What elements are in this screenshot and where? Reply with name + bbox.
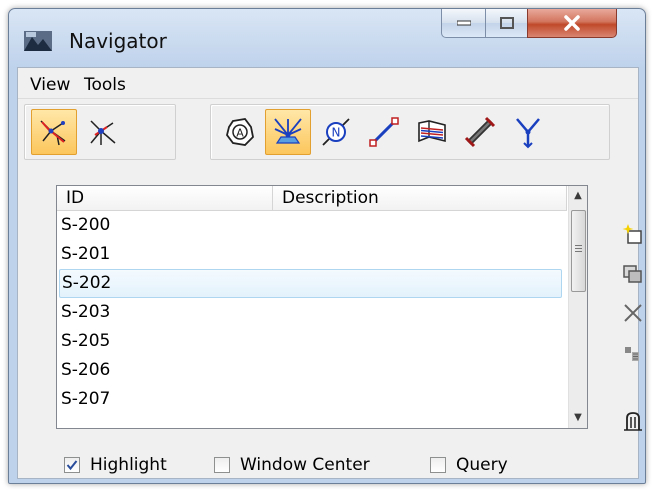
element-list[interactable]: ID Description S-200 S-201 S-202 S-203 S… [56,185,588,429]
properties-icon [625,347,639,361]
thumb-grip-line [575,245,582,246]
scroll-down-arrow-icon[interactable]: ▼ [569,408,587,428]
menu-bar: View Tools [18,68,638,99]
new-item-button[interactable] [620,222,646,248]
delete-button[interactable] [620,300,646,326]
list-row-s-201[interactable]: S-201 [59,240,562,269]
query-label: Query [456,455,508,475]
query-checkbox[interactable] [430,457,446,473]
list-row-s-203[interactable]: S-203 [59,298,562,327]
toolbar-selection-group [24,104,176,160]
culvert-button[interactable] [457,109,503,155]
node-icon: N [322,118,350,146]
profile-button[interactable] [409,109,455,155]
drainage-area-button[interactable] [265,109,311,155]
list-row-s-205[interactable]: S-205 [59,327,562,356]
close-button[interactable] [527,9,617,38]
minimize-button[interactable] [441,9,487,38]
maximize-icon [500,17,514,29]
menu-tools[interactable]: Tools [84,75,126,95]
new-item-icon [622,224,642,244]
scan-icon [624,412,642,431]
copy-item-icon [623,265,642,283]
navigator-client-area: View Tools A N ID Description S-200 S-20… [17,67,642,482]
svg-text:N: N [332,126,341,140]
column-header-description[interactable]: Description [273,186,567,210]
query-option[interactable]: Query [430,454,530,482]
drainage-area-icon [274,118,302,144]
thumb-grip-line [575,248,582,249]
network-select-icon [40,120,66,146]
link-line-icon [369,117,399,147]
list-row-s-202[interactable]: S-202 [59,269,562,298]
profile-icon [418,120,446,143]
junction-button[interactable] [505,109,551,155]
junction-icon [516,118,540,149]
culvert-icon [464,116,496,148]
maximize-button[interactable] [485,9,529,38]
list-header: ID Description [57,186,567,211]
close-icon [564,15,580,31]
list-row-s-200[interactable]: S-200 [59,211,562,240]
area-boundary-button[interactable]: A [217,109,263,155]
navigator-app-icon [24,31,52,51]
menu-view[interactable]: View [30,75,70,95]
scrollbar-thumb[interactable] [571,210,586,292]
window-center-checkbox[interactable] [214,457,230,473]
column-header-id[interactable]: ID [57,186,273,210]
list-row-s-207[interactable]: S-207 [59,385,562,414]
minimize-icon [457,20,471,26]
delete-icon [624,304,642,322]
window-title: Navigator [69,29,167,53]
network-select-button[interactable] [31,109,77,155]
title-bar[interactable]: Navigator [9,9,645,65]
window-center-label: Window Center [240,455,370,475]
scan-button[interactable] [620,408,646,434]
scroll-up-arrow-icon[interactable]: ▲ [569,186,587,206]
link-line-button[interactable] [361,109,407,155]
area-boundary-icon: A [226,118,254,146]
properties-button[interactable] [620,340,646,366]
list-row-s-206[interactable]: S-206 [59,356,562,385]
copy-item-button[interactable] [620,260,646,286]
network-pick-icon [90,120,116,145]
node-button[interactable]: N [313,109,359,155]
list-scrollbar[interactable]: ▲ ▼ [568,186,587,428]
network-pick-button[interactable] [79,109,125,155]
navigator-window: Navigator View Tools A N ID Description … [8,8,646,484]
window-center-option[interactable]: Window Center [214,454,404,482]
highlight-option[interactable]: Highlight [64,454,194,482]
highlight-checkbox[interactable] [64,457,80,473]
thumb-grip-line [575,251,582,252]
svg-text:A: A [236,127,244,140]
checkmark-icon [66,460,78,471]
toolbar-element-group: A N [210,104,610,160]
highlight-label: Highlight [90,455,167,475]
